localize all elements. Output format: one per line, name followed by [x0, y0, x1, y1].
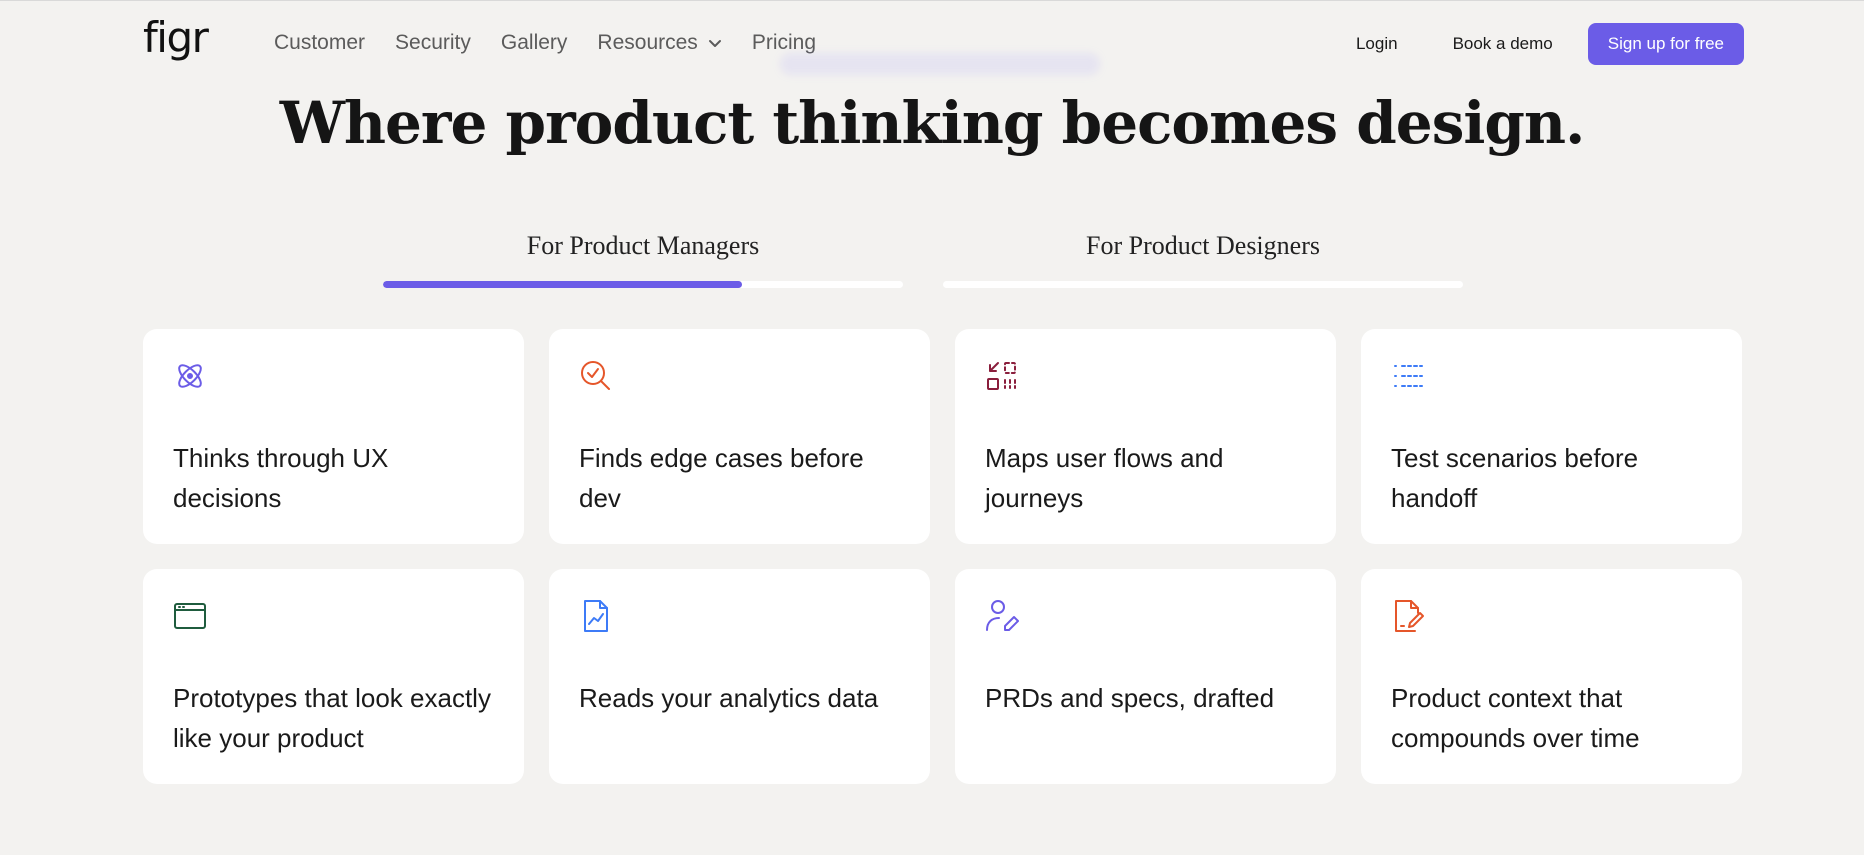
feature-grid: Thinks through UX decisions Finds edge c…	[143, 329, 1742, 784]
feature-card[interactable]: Product context that compounds over time	[1361, 569, 1742, 784]
nav-link-resources[interactable]: Resources	[597, 31, 721, 55]
faded-announcement	[780, 53, 1100, 75]
tab-progress-track	[943, 281, 1463, 288]
user-pen-icon	[986, 600, 1019, 631]
nav-link-security[interactable]: Security	[395, 31, 471, 55]
search-check-icon	[581, 361, 610, 390]
feature-card[interactable]: Test scenarios before handoff	[1361, 329, 1742, 544]
audience-tabs: For Product Managers For Product Designe…	[383, 231, 1503, 288]
tab-progress-fill	[383, 281, 742, 288]
chart-file-icon	[584, 600, 608, 632]
feature-card[interactable]: Prototypes that look exactly like your p…	[143, 569, 524, 784]
list-icon	[1394, 365, 1423, 387]
nav-actions: Login Book a demo Sign up for free	[1301, 23, 1744, 65]
feature-text: Prototypes that look exactly like your p…	[173, 683, 491, 753]
feature-card[interactable]: Maps user flows and journeys	[955, 329, 1336, 544]
feature-card[interactable]: Reads your analytics data	[549, 569, 930, 784]
tab-progress-track	[383, 281, 903, 288]
nav-link-gallery[interactable]: Gallery	[501, 31, 568, 55]
login-link[interactable]: Login	[1356, 34, 1398, 54]
feature-text: PRDs and specs, drafted	[985, 683, 1275, 713]
feature-text: Finds edge cases before dev	[579, 443, 864, 513]
signup-button[interactable]: Sign up for free	[1587, 23, 1744, 65]
tab-product-designers[interactable]: For Product Designers	[943, 231, 1463, 288]
tab-product-managers[interactable]: For Product Managers	[383, 231, 903, 288]
feature-text: Thinks through UX decisions	[173, 443, 389, 513]
figr-logo[interactable]: figr	[143, 17, 209, 59]
nav-link-pricing[interactable]: Pricing	[752, 31, 816, 55]
tab-label: For Product Managers	[526, 231, 760, 260]
book-demo-link[interactable]: Book a demo	[1453, 34, 1553, 54]
feature-card[interactable]: Thinks through UX decisions	[143, 329, 524, 544]
feature-text: Test scenarios before handoff	[1391, 443, 1639, 513]
feature-text: Maps user flows and journeys	[985, 443, 1224, 513]
file-signature-icon	[1395, 600, 1424, 632]
browser-window-icon	[174, 603, 206, 629]
nav-links: Customer Security Gallery Resources Pric…	[274, 31, 846, 55]
feature-text: Reads your analytics data	[579, 683, 879, 713]
atom-icon	[178, 364, 202, 388]
chevron-down-icon	[708, 40, 721, 47]
feature-card[interactable]: PRDs and specs, drafted	[955, 569, 1336, 784]
flow-icon	[987, 362, 1016, 390]
nav-link-customer[interactable]: Customer	[274, 31, 365, 55]
nav-link-resources-label: Resources	[597, 31, 698, 54]
tab-label: For Product Designers	[1086, 231, 1320, 260]
page-headline: Where product thinking becomes design.	[279, 89, 1586, 157]
feature-card[interactable]: Finds edge cases before dev	[549, 329, 930, 544]
feature-text: Product context that compounds over time	[1391, 683, 1640, 753]
